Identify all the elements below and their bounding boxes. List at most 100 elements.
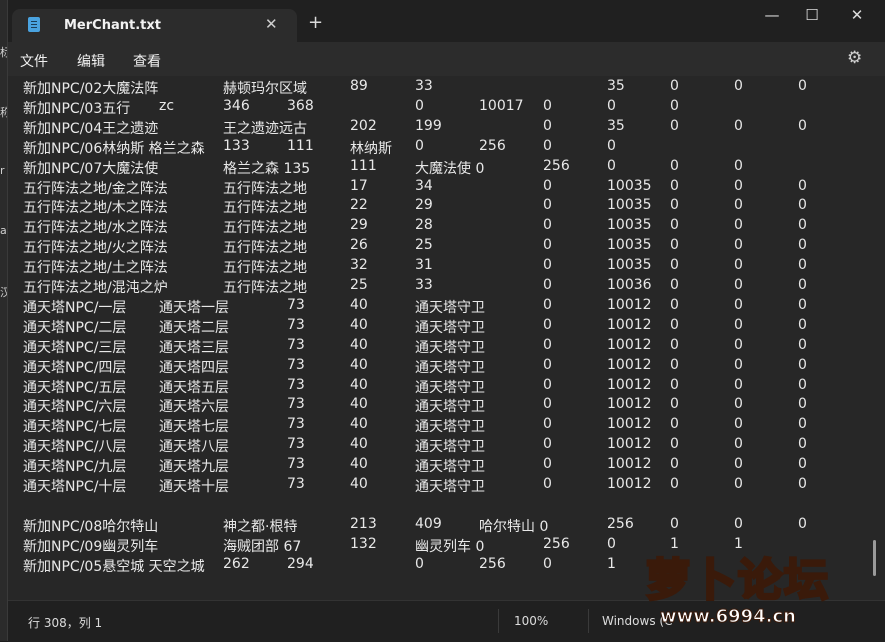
text-cell: 通天塔六层	[159, 399, 229, 416]
zoom-level[interactable]: 100%	[514, 614, 548, 628]
text-cell: 林纳斯	[350, 140, 392, 157]
text-line: 五行阵法之地/木之阵法 五行阵法之地 22 29 0 10035 0 0 0	[23, 197, 873, 217]
text-cell: 0	[415, 555, 424, 572]
text-cell: 213	[350, 515, 377, 532]
text-cell: 0	[734, 356, 743, 373]
text-cell: 40	[350, 296, 368, 313]
text-cell: 0	[670, 416, 679, 433]
text-cell: 五行阵法之地	[223, 220, 307, 237]
menu-view[interactable]: 查看	[133, 51, 161, 71]
text-line: 新加NPC/08哈尔特山 神之都·根特 213 409 哈尔特山 0 256 0 0 0	[23, 516, 873, 536]
text-cell: 0	[670, 316, 679, 333]
text-cell: 0	[543, 137, 552, 154]
maximize-icon[interactable]: ☐	[792, 6, 832, 24]
text-cell: 0	[734, 396, 743, 413]
text-cell: 0	[734, 456, 743, 473]
text-cell: 29	[415, 197, 433, 214]
text-cell: 73	[287, 416, 305, 433]
settings-gear-icon[interactable]: ⚙	[847, 48, 862, 68]
text-cell: 0	[734, 336, 743, 353]
text-cell: 通天塔NPC/四层	[23, 359, 127, 376]
text-cell: 0	[543, 376, 552, 393]
text-cell: 26	[350, 237, 368, 254]
text-cell: 0	[798, 277, 807, 293]
text-cell: 17	[350, 177, 368, 194]
title-bar: MerChant.txt ✕ + — ☐ ✕	[8, 0, 885, 42]
text-cell: 10012	[607, 356, 652, 373]
text-cell: 通天塔NPC/九层	[23, 459, 127, 476]
text-cell: 0	[734, 436, 743, 453]
window-close-icon[interactable]: ✕	[837, 6, 877, 24]
text-cell: 40	[350, 396, 368, 413]
text-cell: 256	[543, 157, 570, 174]
text-cell: 新加NPC/04王之遗迹	[23, 120, 159, 137]
text-cell: 10035	[607, 257, 652, 274]
cursor-position[interactable]: 行 308，列 1	[28, 614, 102, 631]
text-cell: 0	[670, 476, 679, 492]
text-cell: 0	[543, 97, 552, 114]
text-cell: 五行阵法之地/火之阵法	[23, 240, 168, 257]
text-cell: 73	[287, 396, 305, 413]
text-cell: 0	[734, 515, 743, 532]
text-cell: 1	[607, 555, 616, 572]
text-cell: 通天塔守卫	[415, 339, 485, 356]
text-cell: 0	[543, 257, 552, 274]
text-cell: 0	[543, 117, 552, 134]
menu-file[interactable]: 文件	[20, 51, 48, 71]
text-cell: 202	[350, 117, 377, 134]
close-tab-icon[interactable]: ✕	[265, 15, 278, 33]
text-cell: 10012	[607, 436, 652, 453]
text-cell: 0	[543, 277, 552, 293]
text-cell: 0	[670, 376, 679, 393]
text-cell: 40	[350, 436, 368, 453]
text-cell: 256	[479, 555, 506, 572]
status-divider	[498, 609, 499, 633]
text-cell: 262	[223, 555, 250, 572]
text-cell: 0	[607, 137, 616, 154]
text-cell: 通天塔二层	[159, 319, 229, 336]
text-cell: 五行阵法之地	[223, 260, 307, 277]
text-cell: 0	[734, 277, 743, 293]
text-cell: 0	[798, 436, 807, 453]
new-tab-icon[interactable]: +	[308, 12, 323, 33]
text-cell: 10036	[607, 277, 652, 293]
text-cell: 0	[734, 476, 743, 492]
text-cell: 73	[287, 356, 305, 373]
text-cell: 28	[415, 217, 433, 234]
file-tab[interactable]: MerChant.txt ✕	[12, 9, 297, 42]
text-cell: 0	[798, 117, 807, 134]
text-line: 新加NPC/07大魔法使 格兰之森 135 111 大魔法使 0 256 0 0 0	[23, 158, 873, 178]
text-cell: 五行阵法之地/混沌之炉	[23, 280, 168, 296]
text-cell: 34	[415, 177, 433, 194]
text-editor-area[interactable]: 新加NPC/02大魔法阵 赫顿玛尔区域 89 33 35 0 0 0 新加NPC/03五行 zc 3…	[8, 76, 885, 600]
text-cell: 0	[798, 78, 807, 94]
desktop-glyph: a	[0, 224, 7, 237]
text-line: 通天塔NPC/五层 通天塔五层 73 40 通天塔守卫 0 10012 0 0 0	[23, 377, 873, 397]
text-line: 通天塔NPC/二层 通天塔二层 73 40 通天塔守卫 0 10012 0 0 0	[23, 317, 873, 337]
text-cell: 0	[734, 177, 743, 194]
minimize-icon[interactable]: —	[752, 6, 792, 24]
text-cell: 0	[670, 78, 679, 94]
text-cell: 10012	[607, 316, 652, 333]
text-cell: 大魔法使 0	[415, 160, 485, 177]
text-cell: 10012	[607, 476, 652, 492]
text-cell: 0	[798, 316, 807, 333]
text-cell: 0	[543, 296, 552, 313]
text-cell: 通天塔NPC/五层	[23, 379, 127, 396]
text-cell: 五行阵法之地/土之阵法	[23, 260, 168, 277]
menu-edit[interactable]: 编辑	[77, 51, 105, 71]
text-line: 通天塔NPC/十层 通天塔十层 73 40 通天塔守卫 0 10012 0 0 0	[23, 476, 873, 496]
text-cell: 新加NPC/09幽灵列车	[23, 538, 159, 555]
text-cell: 通天塔守卫	[415, 299, 485, 316]
text-cell: 五行阵法之地	[223, 280, 307, 296]
text-cell: 0	[734, 157, 743, 174]
text-cell: 89	[350, 78, 368, 94]
text-cell: 0	[670, 456, 679, 473]
text-cell: 0	[543, 476, 552, 492]
text-cell: 40	[350, 416, 368, 433]
text-line	[23, 496, 873, 516]
text-cell: 0	[543, 336, 552, 353]
text-cell: 0	[670, 177, 679, 194]
text-cell: 0	[798, 376, 807, 393]
text-cell: 通天塔守卫	[415, 379, 485, 396]
